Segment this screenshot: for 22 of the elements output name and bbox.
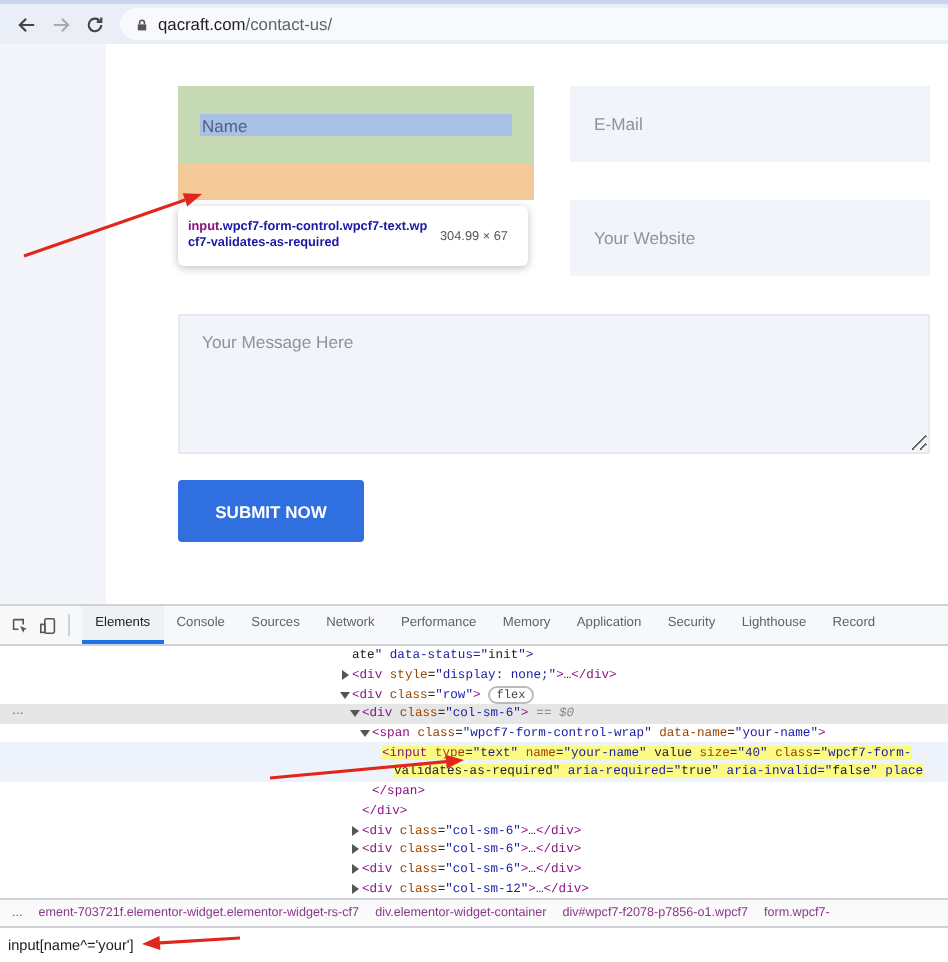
website-field[interactable]: Your Website <box>570 200 930 276</box>
address-bar[interactable]: qacraft.com/contact-us/ <box>120 8 948 40</box>
expand-triangle-icon[interactable] <box>350 863 360 874</box>
name-field[interactable]: Name <box>200 114 512 136</box>
expand-triangle-icon[interactable] <box>350 844 360 855</box>
message-field[interactable]: Your Message Here <box>178 314 930 454</box>
lock-icon <box>136 17 148 31</box>
reload-icon[interactable] <box>86 15 104 33</box>
url-path: /contact-us/ <box>245 14 333 34</box>
inspect-icon[interactable] <box>12 617 28 633</box>
expand-triangle-icon[interactable] <box>350 883 360 894</box>
email-field[interactable]: E-Mail <box>570 86 930 162</box>
url-host: qacraft.com <box>158 14 246 34</box>
expand-triangle-icon[interactable] <box>340 689 350 700</box>
expand-triangle-icon[interactable] <box>360 728 370 739</box>
annotation-arrow <box>142 935 241 950</box>
submit-button[interactable]: SUBMIT NOW <box>178 480 364 542</box>
expand-triangle-icon[interactable] <box>350 708 360 719</box>
device-icon[interactable] <box>40 617 56 633</box>
back-icon[interactable] <box>18 15 36 33</box>
expand-triangle-icon[interactable] <box>350 825 360 836</box>
expand-triangle-icon[interactable] <box>340 670 350 681</box>
